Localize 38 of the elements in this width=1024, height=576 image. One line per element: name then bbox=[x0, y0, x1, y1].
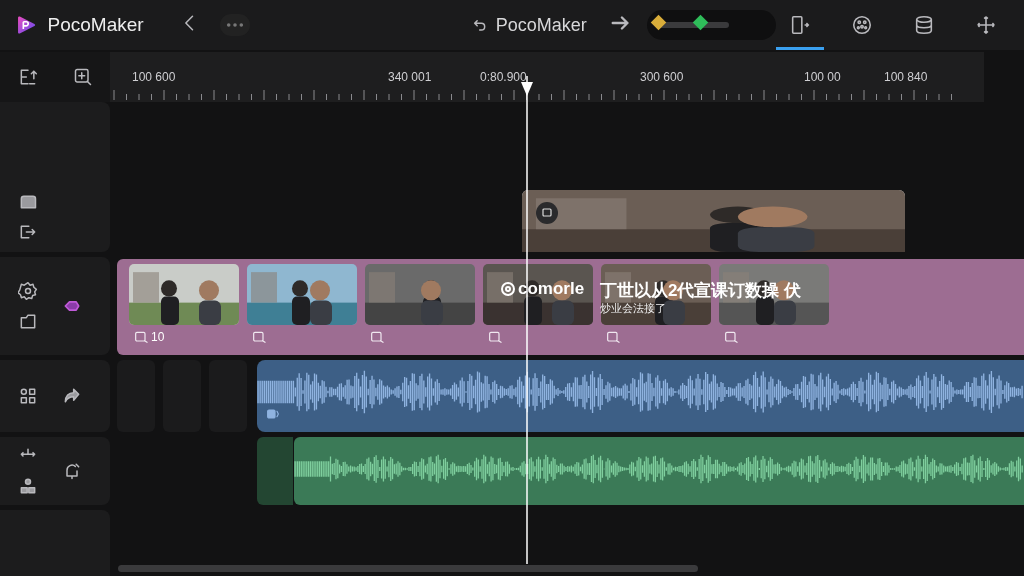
time-ruler[interactable]: 100 600 340 001 0:80.900 300 600 100 00 100 840 bbox=[110, 52, 984, 102]
clip-icon[interactable] bbox=[605, 329, 621, 345]
app-name: PocoMaker bbox=[47, 14, 144, 36]
clip-icon[interactable] bbox=[723, 329, 739, 345]
more-icon bbox=[225, 22, 244, 28]
project-title: PocoMaker bbox=[495, 14, 587, 36]
palette-icon bbox=[851, 14, 873, 36]
zoom-in-icon[interactable] bbox=[72, 67, 93, 87]
caption-subtitle: 炒业会法接了 bbox=[600, 301, 666, 316]
exit-icon[interactable] bbox=[18, 222, 38, 242]
time-label: 340 001 bbox=[388, 70, 432, 84]
clip-icon[interactable] bbox=[369, 329, 385, 345]
keyframe-slider[interactable] bbox=[646, 10, 776, 40]
audio-clip[interactable] bbox=[257, 437, 293, 505]
music-clip[interactable] bbox=[294, 437, 1024, 505]
audio-clip[interactable] bbox=[257, 360, 1024, 432]
folder-icon[interactable] bbox=[18, 311, 38, 331]
more-button[interactable] bbox=[219, 14, 250, 36]
clip-icon[interactable] bbox=[133, 329, 149, 345]
shapes-icon[interactable] bbox=[18, 476, 38, 496]
export-icon bbox=[789, 14, 811, 36]
grid-icon[interactable] bbox=[18, 386, 38, 406]
time-label: 100 600 bbox=[132, 70, 176, 84]
settings-icon[interactable] bbox=[18, 281, 38, 301]
time-label: 0:80.900 bbox=[480, 70, 527, 84]
time-label: 100 840 bbox=[884, 70, 928, 84]
scrollbar[interactable] bbox=[118, 565, 698, 572]
brand-icon bbox=[500, 281, 516, 297]
move-icon bbox=[975, 14, 997, 36]
share-icon[interactable] bbox=[62, 386, 82, 406]
time-label: 300 600 bbox=[640, 70, 684, 84]
logo-icon bbox=[16, 13, 36, 37]
time-label: 100 00 bbox=[804, 70, 841, 84]
clip-icon[interactable] bbox=[251, 329, 267, 345]
clip-count: 10 bbox=[151, 330, 165, 344]
clip-icon[interactable] bbox=[487, 329, 503, 345]
layers-icon bbox=[913, 14, 935, 36]
audio-icon[interactable] bbox=[265, 406, 281, 422]
